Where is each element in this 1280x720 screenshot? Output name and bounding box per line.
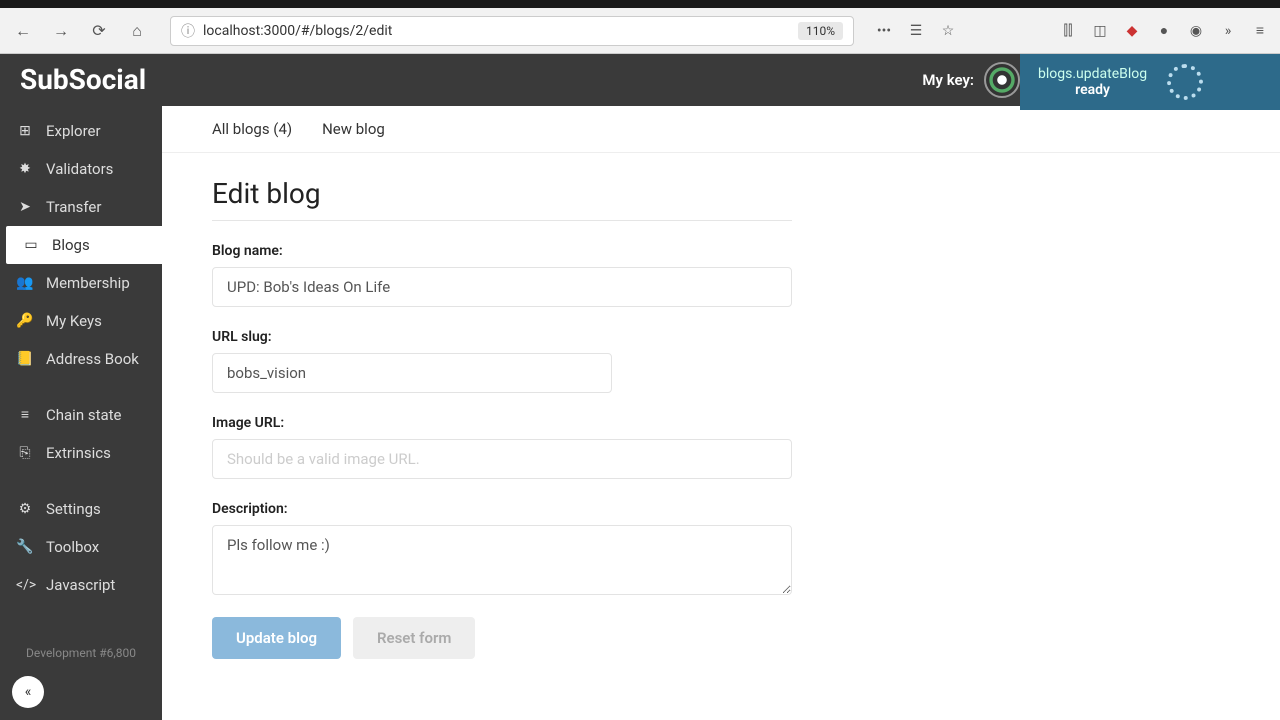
sidebar-item-blogs[interactable]: ▭Blogs xyxy=(6,226,162,264)
sidebar-item-javascript[interactable]: </>Javascript xyxy=(0,566,162,604)
sidebar: ⊞Explorer ✸Validators ➤Transfer ▭Blogs 👥… xyxy=(0,106,162,720)
ext3-icon[interactable]: ◉ xyxy=(1184,19,1208,43)
sidebar-item-transfer[interactable]: ➤Transfer xyxy=(0,188,162,226)
blogs-icon: ▭ xyxy=(22,237,40,253)
toolbox-icon: 🔧 xyxy=(16,539,34,555)
description-input[interactable] xyxy=(212,525,792,595)
home-button[interactable]: ⌂ xyxy=(122,16,152,46)
image-url-field: Image URL: xyxy=(212,415,792,479)
description-field: Description: xyxy=(212,501,792,599)
membership-icon: 👥 xyxy=(16,275,34,291)
tab-new-blog[interactable]: New blog xyxy=(322,120,385,138)
ext2-icon[interactable]: ● xyxy=(1152,19,1176,43)
sidebar-item-mykeys[interactable]: 🔑My Keys xyxy=(0,302,162,340)
overflow-icon[interactable]: » xyxy=(1216,19,1240,43)
tab-all-blogs[interactable]: All blogs (4) xyxy=(212,120,292,138)
blog-tabs: All blogs (4) New blog xyxy=(162,106,1280,153)
toast-title: blogs.updateBlog xyxy=(1038,66,1147,82)
forward-button[interactable]: → xyxy=(46,16,76,46)
sidebar-item-membership[interactable]: 👥Membership xyxy=(0,264,162,302)
more-icon[interactable]: ••• xyxy=(872,19,896,43)
site-info-icon[interactable]: ⓘ xyxy=(181,21,195,41)
sidebar-item-explorer[interactable]: ⊞Explorer xyxy=(0,112,162,150)
browser-toolbar: ← → ⟳ ⌂ ⓘ localhost:3000/#/blogs/2/edit … xyxy=(0,8,1280,54)
update-blog-button[interactable]: Update blog xyxy=(212,617,341,659)
image-url-label: Image URL: xyxy=(212,415,792,431)
mykey-label: My key: xyxy=(922,71,974,89)
url-text: localhost:3000/#/blogs/2/edit xyxy=(203,23,392,39)
sidebar-item-toolbox[interactable]: 🔧Toolbox xyxy=(0,528,162,566)
main-content: All blogs (4) New blog Edit blog Blog na… xyxy=(162,106,1280,720)
app-header: SubSocial My key: 5FHneW46xGXgs5mUiveU4s… xyxy=(0,54,1280,106)
chainstate-icon: ≡ xyxy=(16,406,34,423)
blog-name-input[interactable] xyxy=(212,267,792,307)
app-logo[interactable]: SubSocial xyxy=(20,63,146,96)
url-slug-label: URL slug: xyxy=(212,329,612,345)
spinner-icon xyxy=(1167,64,1203,100)
url-slug-field: URL slug: xyxy=(212,329,612,393)
settings-icon: ⚙ xyxy=(16,501,34,517)
menu-icon[interactable]: ≡ xyxy=(1248,19,1272,43)
sidebar-item-chainstate[interactable]: ≡Chain state xyxy=(0,396,162,434)
back-button[interactable]: ← xyxy=(8,16,38,46)
explorer-icon: ⊞ xyxy=(16,123,34,139)
library-icon[interactable]: ⫿⫿ xyxy=(1056,19,1080,43)
status-toast: blogs.updateBlog ready xyxy=(1020,54,1280,110)
bookmark-icon[interactable]: ☆ xyxy=(936,19,960,43)
mykeys-icon: 🔑 xyxy=(16,313,34,329)
sidebar-item-addressbook[interactable]: 📒Address Book xyxy=(0,340,162,378)
blog-name-label: Blog name: xyxy=(212,243,792,259)
sidebar-item-extrinsics[interactable]: ⎘Extrinsics xyxy=(0,434,162,472)
reset-form-button[interactable]: Reset form xyxy=(353,617,475,659)
page-title: Edit blog xyxy=(212,177,792,221)
url-bar[interactable]: ⓘ localhost:3000/#/blogs/2/edit 110% xyxy=(170,16,854,46)
toast-status: ready xyxy=(1075,82,1110,98)
description-label: Description: xyxy=(212,501,792,517)
identicon-icon[interactable] xyxy=(984,62,1020,98)
blog-name-field: Blog name: xyxy=(212,243,792,307)
sidebar-icon[interactable]: ◫ xyxy=(1088,19,1112,43)
url-slug-input[interactable] xyxy=(212,353,612,393)
transfer-icon: ➤ xyxy=(16,199,34,215)
sidebar-item-validators[interactable]: ✸Validators xyxy=(0,150,162,188)
reload-button[interactable]: ⟳ xyxy=(84,16,114,46)
sidebar-item-settings[interactable]: ⚙Settings xyxy=(0,490,162,528)
addressbook-icon: 📒 xyxy=(16,351,34,367)
collapse-sidebar-button[interactable]: « xyxy=(12,676,44,708)
image-url-input[interactable] xyxy=(212,439,792,479)
javascript-icon: </> xyxy=(16,577,34,593)
validators-icon: ✸ xyxy=(16,161,34,177)
ext1-icon[interactable]: ◆ xyxy=(1120,19,1144,43)
reader-icon[interactable]: ☰ xyxy=(904,19,928,43)
extrinsics-icon: ⎘ xyxy=(16,445,34,461)
zoom-badge[interactable]: 110% xyxy=(798,22,843,40)
